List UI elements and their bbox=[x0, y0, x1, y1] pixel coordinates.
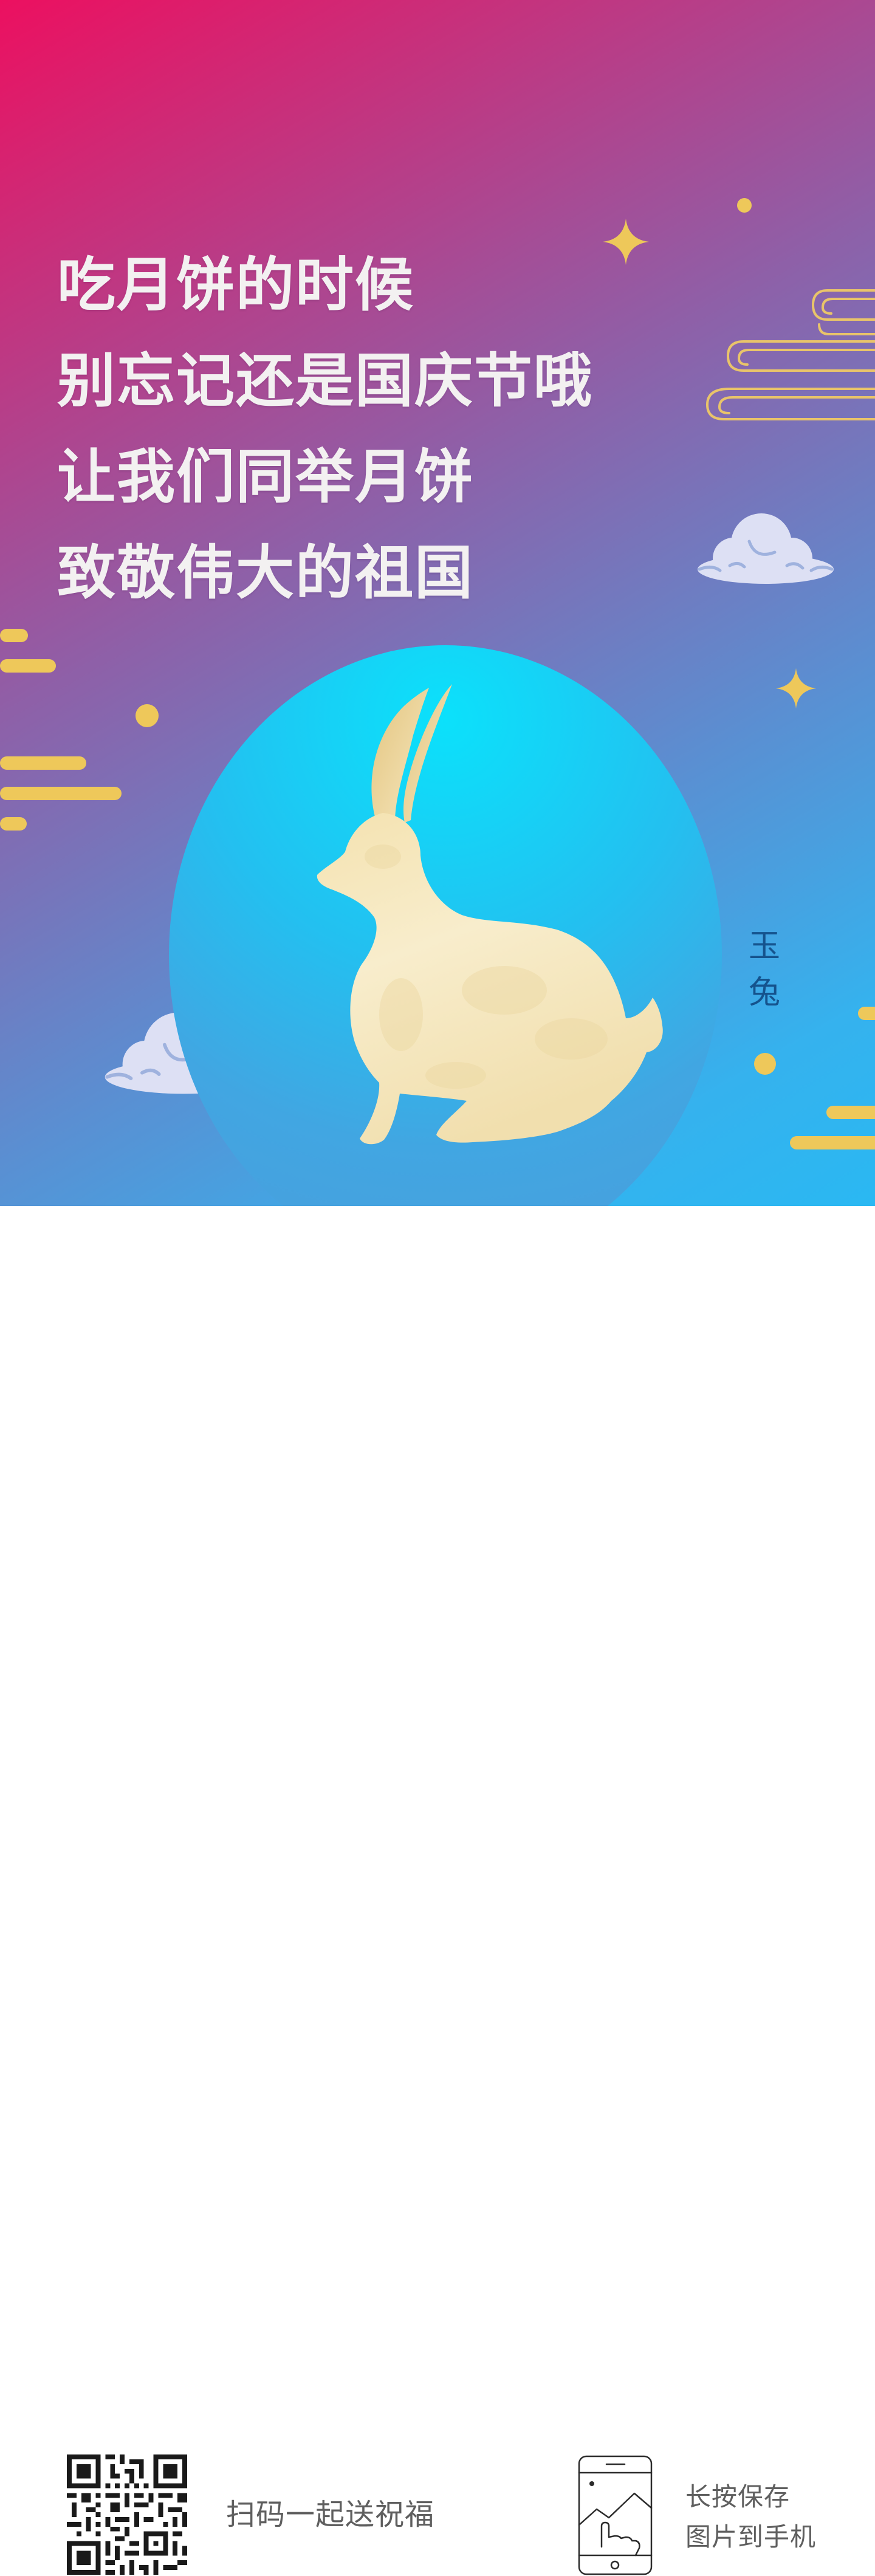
gold-dot bbox=[737, 198, 752, 213]
headline: 吃月饼的时候 别忘记还是国庆节哦 让我们同举月饼 致敬伟大的祖国 bbox=[57, 237, 593, 621]
gold-dot bbox=[754, 1053, 776, 1075]
gold-stripe-cloud-icon bbox=[790, 1106, 875, 1149]
footer: 扫码一起送祝福 长按保存 图片到手机 bbox=[0, 1206, 875, 2575]
pale-cloud-icon bbox=[698, 513, 834, 584]
rabbit-illustration bbox=[317, 684, 663, 1145]
headline-line-4: 致敬伟大的祖国 bbox=[57, 538, 474, 607]
sparkle-star-icon bbox=[603, 219, 649, 265]
gold-stripe-cloud-icon bbox=[858, 1007, 875, 1020]
jade-rabbit-label: 玉兔 bbox=[748, 928, 780, 1011]
headline-line-3: 让我们同举月饼 bbox=[57, 442, 474, 511]
scan-prompt-label: 扫码一起送祝福 bbox=[226, 2498, 435, 2532]
gold-stripe-cloud-icon bbox=[0, 629, 56, 673]
outline-cloud-icon bbox=[705, 289, 875, 420]
save-hint-line-2: 图片到手机 bbox=[685, 2522, 817, 2552]
phone-save-icon bbox=[578, 2455, 653, 2575]
qr-code[interactable] bbox=[67, 2454, 187, 2575]
headline-line-1: 吃月饼的时候 bbox=[57, 250, 414, 319]
sparkle-star-icon bbox=[775, 668, 817, 709]
headline-line-2: 别忘记还是国庆节哦 bbox=[57, 346, 593, 415]
gold-dot bbox=[136, 704, 159, 727]
poster: 吃月饼的时候 别忘记还是国庆节哦 让我们同举月饼 致敬伟大的祖国 玉兔 bbox=[0, 0, 875, 1206]
gold-stripe-cloud-icon bbox=[0, 756, 122, 831]
save-hint-line-1: 长按保存 bbox=[685, 2482, 791, 2512]
save-hint: 长按保存 图片到手机 bbox=[685, 2477, 816, 2557]
